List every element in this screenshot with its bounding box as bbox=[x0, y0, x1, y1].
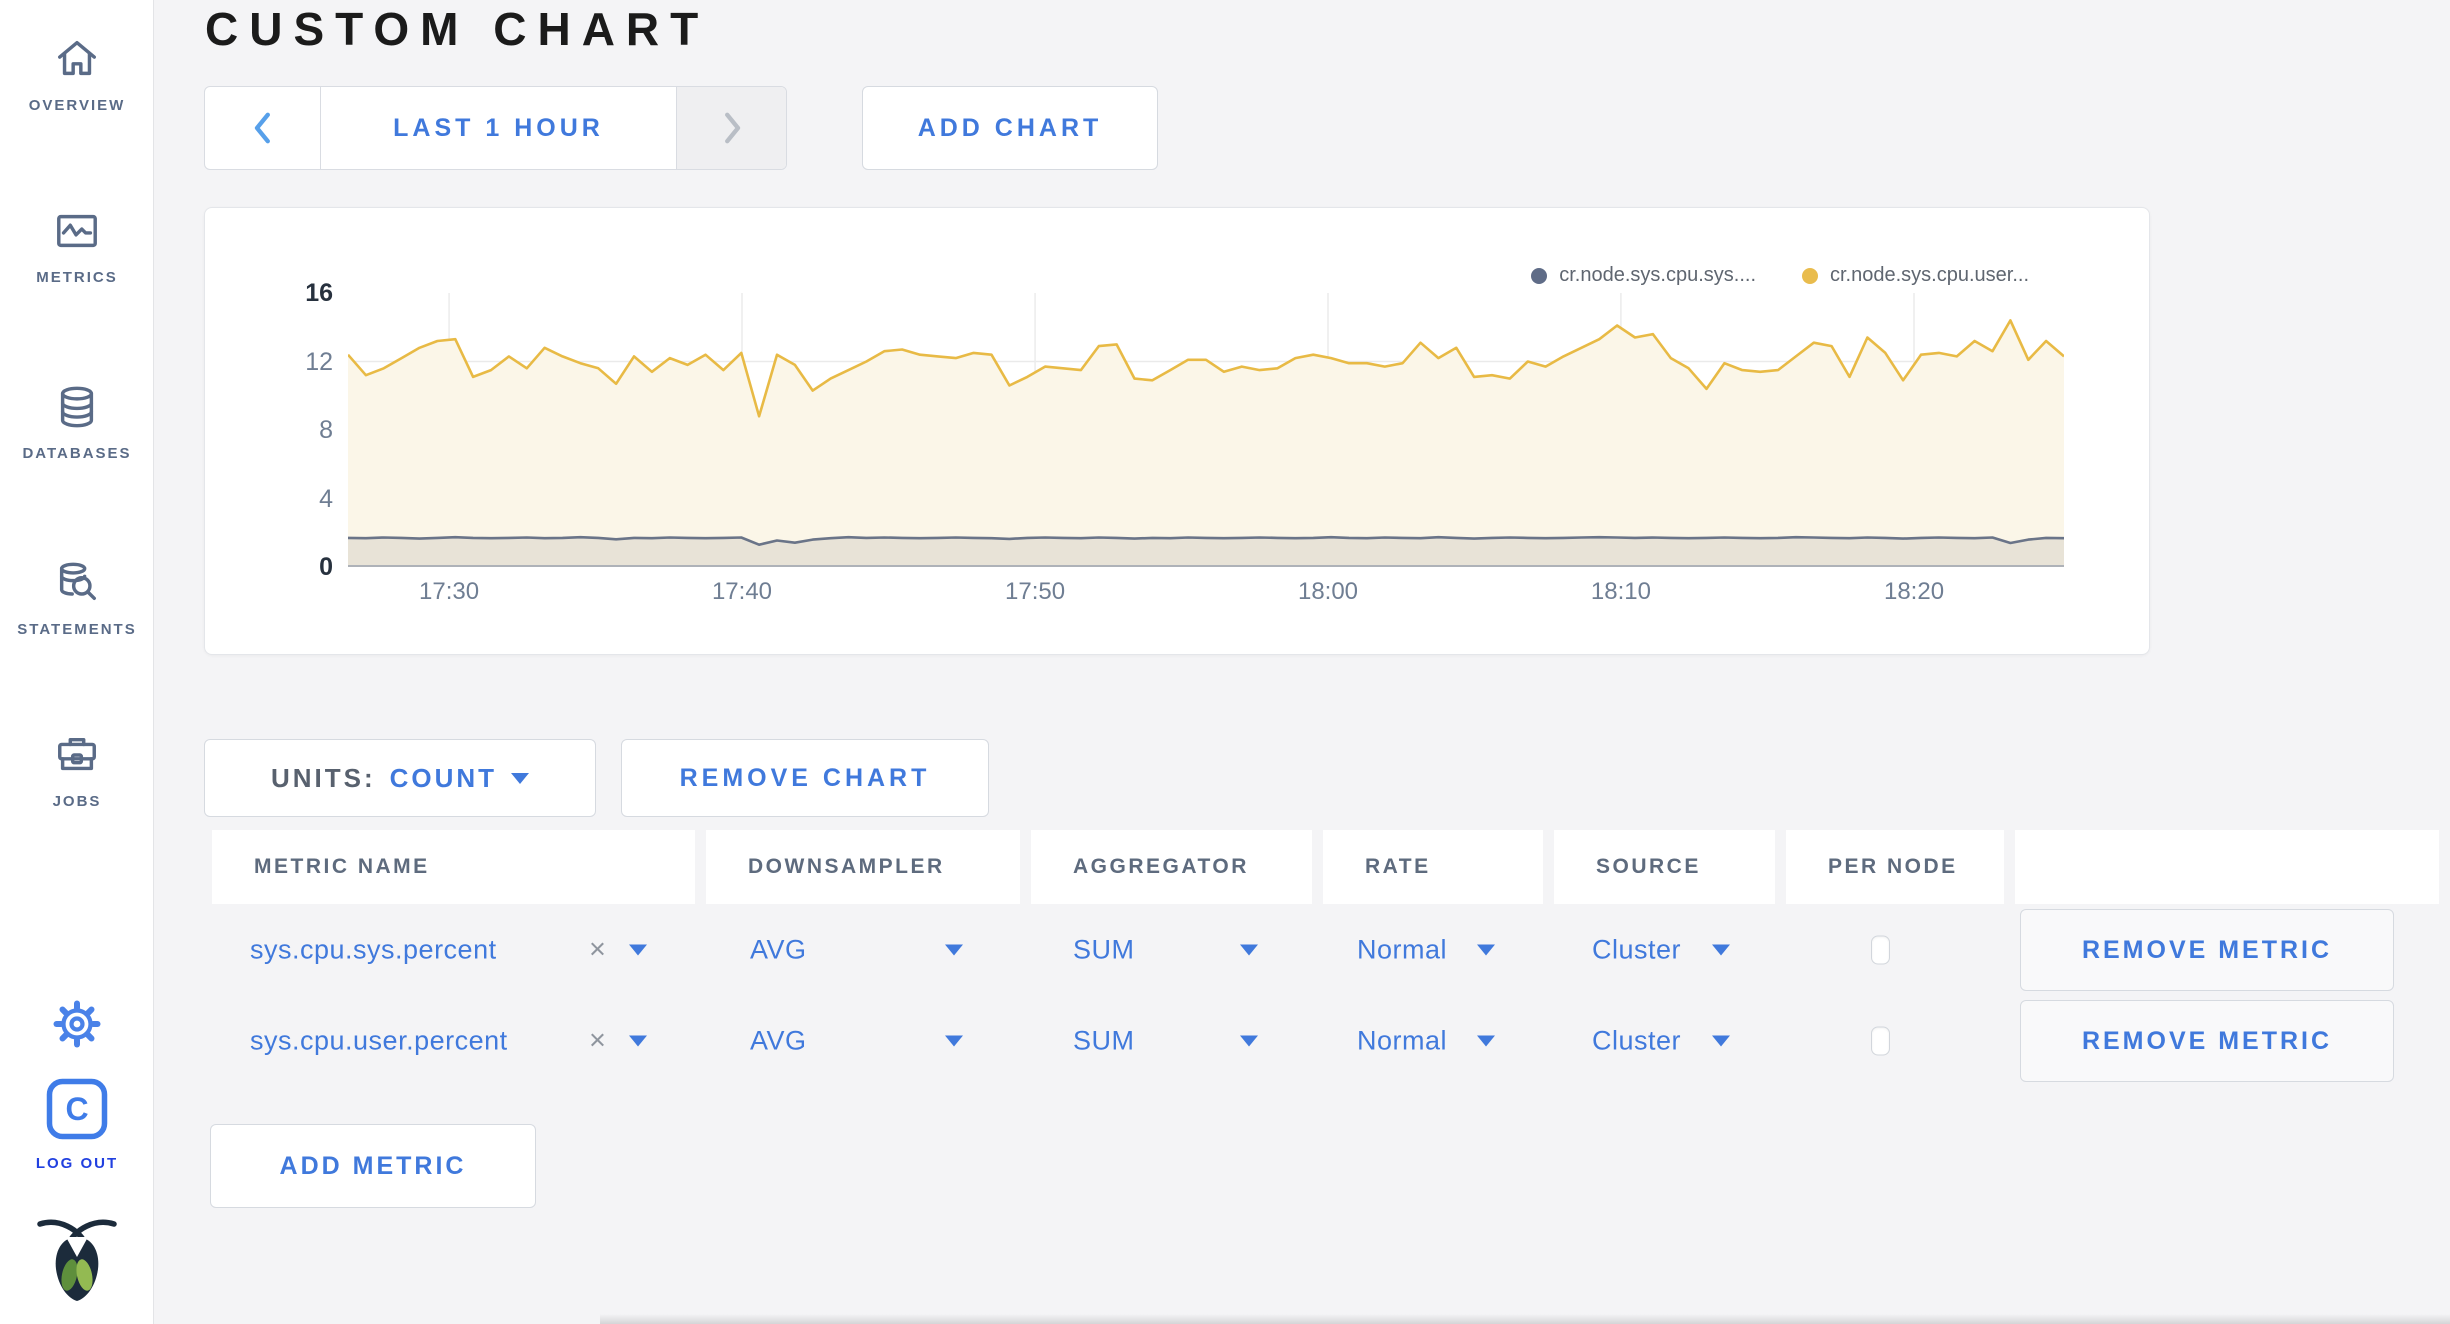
jobs-icon bbox=[0, 732, 154, 783]
legend-label: cr.node.sys.cpu.sys.... bbox=[1559, 264, 1756, 286]
home-icon bbox=[0, 36, 154, 87]
chart-plot-area[interactable] bbox=[348, 293, 2064, 567]
metric-dropdown-caret-icon[interactable] bbox=[629, 1035, 647, 1047]
sidebar-item-label: JOBS bbox=[52, 793, 102, 810]
aggregator-select[interactable]: SUM bbox=[1073, 1026, 1135, 1057]
y-tick-label: 16 bbox=[305, 279, 333, 307]
x-tick-label: 17:40 bbox=[711, 578, 773, 605]
scroll-shadow bbox=[600, 1314, 2450, 1324]
rate-caret-icon[interactable] bbox=[1477, 944, 1495, 956]
metric-dropdown-caret-icon[interactable] bbox=[629, 944, 647, 956]
sidebar-item-databases[interactable]: DATABASES bbox=[0, 384, 154, 462]
clear-metric-icon[interactable]: × bbox=[589, 1025, 606, 1058]
add-metric-button[interactable]: ADD METRIC bbox=[210, 1124, 536, 1208]
x-tick-label: 18:10 bbox=[1590, 578, 1651, 605]
chart-panel: cr.node.sys.cpu.sys.... cr.node.sys.cpu.… bbox=[204, 207, 2150, 655]
remove-metric-button[interactable]: REMOVE METRIC bbox=[2020, 909, 2394, 991]
aggregator-caret-icon[interactable] bbox=[1240, 944, 1258, 956]
col-header-aggregator: AGGREGATOR bbox=[1031, 830, 1312, 904]
svg-text:C: C bbox=[65, 1091, 88, 1127]
col-header-downsampler: DOWNSAMPLER bbox=[706, 830, 1020, 904]
settings-button[interactable] bbox=[0, 1000, 154, 1063]
source-select[interactable]: Cluster bbox=[1592, 1026, 1681, 1057]
y-tick-label: 4 bbox=[319, 484, 333, 513]
source-select[interactable]: Cluster bbox=[1592, 935, 1681, 966]
sidebar-item-overview[interactable]: OVERVIEW bbox=[0, 36, 154, 114]
y-tick-label: 12 bbox=[305, 347, 333, 376]
logout-button[interactable]: C LOG OUT bbox=[0, 1078, 154, 1172]
downsampler-caret-icon[interactable] bbox=[945, 1035, 963, 1047]
units-label: UNITS: bbox=[270, 762, 376, 793]
sidebar-item-label: OVERVIEW bbox=[28, 97, 126, 114]
database-icon bbox=[0, 384, 154, 435]
sidebar: OVERVIEW METRICS DATABASES STATEMENTS JO… bbox=[0, 0, 154, 1324]
legend-dot-sys bbox=[1531, 267, 1548, 284]
add-chart-button[interactable]: ADD CHART bbox=[862, 86, 1158, 170]
per-node-checkbox[interactable] bbox=[1871, 1026, 1890, 1056]
cockroachdb-logo bbox=[0, 1212, 154, 1317]
aggregator-caret-icon[interactable] bbox=[1240, 1035, 1258, 1047]
source-caret-icon[interactable] bbox=[1712, 944, 1730, 956]
aggregator-select[interactable]: SUM bbox=[1073, 935, 1135, 966]
downsampler-select[interactable]: AVG bbox=[750, 1026, 807, 1057]
chevron-down-icon bbox=[511, 772, 530, 784]
x-tick-label: 18:20 bbox=[1883, 578, 1945, 605]
table-row: sys.cpu.sys.percent × AVG SUM Normal Clu… bbox=[0, 909, 2450, 991]
time-range-label[interactable]: LAST 1 HOUR bbox=[321, 87, 676, 169]
sidebar-item-label: STATEMENTS bbox=[17, 621, 137, 638]
time-range-next-button[interactable] bbox=[676, 87, 786, 169]
table-row: sys.cpu.user.percent × AVG SUM Normal Cl… bbox=[0, 1000, 2450, 1082]
col-header-metric-name: METRIC NAME bbox=[212, 830, 695, 904]
x-tick-label: 17:50 bbox=[1005, 578, 1066, 605]
cockroach-c-icon: C bbox=[0, 1078, 154, 1145]
logout-label: LOG OUT bbox=[35, 1155, 119, 1172]
chevron-left-icon bbox=[254, 112, 270, 144]
units-dropdown[interactable]: UNITS: COUNT bbox=[204, 739, 596, 817]
x-tick-label: 17:30 bbox=[419, 578, 480, 605]
statements-icon bbox=[0, 560, 154, 611]
clear-metric-icon[interactable]: × bbox=[589, 934, 606, 967]
page-title: CUSTOM CHART bbox=[205, 3, 710, 55]
sidebar-item-jobs[interactable]: JOBS bbox=[0, 732, 154, 810]
legend-entry-user[interactable]: cr.node.sys.cpu.user... bbox=[1802, 264, 2029, 287]
legend-dot-user bbox=[1802, 267, 1818, 284]
metric-name-value[interactable]: sys.cpu.user.percent bbox=[250, 1026, 508, 1057]
col-header-actions bbox=[2015, 830, 2439, 904]
sidebar-item-label: METRICS bbox=[36, 269, 118, 286]
rate-caret-icon[interactable] bbox=[1477, 1035, 1495, 1047]
metrics-icon bbox=[0, 208, 154, 259]
per-node-checkbox[interactable] bbox=[1871, 935, 1890, 965]
remove-metric-button[interactable]: REMOVE METRIC bbox=[2020, 1000, 2394, 1082]
rate-select[interactable]: Normal bbox=[1357, 935, 1447, 966]
time-range-prev-button[interactable] bbox=[205, 87, 321, 169]
sidebar-item-label: DATABASES bbox=[22, 445, 132, 462]
col-header-per-node: PER NODE bbox=[1786, 830, 2004, 904]
legend-label: cr.node.sys.cpu.user... bbox=[1830, 264, 2029, 286]
col-header-source: SOURCE bbox=[1554, 830, 1775, 904]
x-tick-label: 18:00 bbox=[1297, 578, 1359, 605]
source-caret-icon[interactable] bbox=[1712, 1035, 1730, 1047]
downsampler-select[interactable]: AVG bbox=[750, 935, 807, 966]
gear-icon bbox=[0, 1000, 154, 1053]
legend-entry-sys[interactable]: cr.node.sys.cpu.sys.... bbox=[1531, 264, 1756, 287]
rate-select[interactable]: Normal bbox=[1357, 1026, 1447, 1057]
chevron-right-icon bbox=[724, 112, 740, 144]
cockroach-bug-icon bbox=[0, 1212, 154, 1307]
sidebar-item-metrics[interactable]: METRICS bbox=[0, 208, 154, 286]
sidebar-item-statements[interactable]: STATEMENTS bbox=[0, 560, 154, 638]
timeseries-chart bbox=[348, 293, 2064, 567]
remove-chart-button[interactable]: REMOVE CHART bbox=[621, 739, 989, 817]
chart-legend: cr.node.sys.cpu.sys.... cr.node.sys.cpu.… bbox=[1531, 264, 2029, 287]
metric-name-value[interactable]: sys.cpu.sys.percent bbox=[250, 935, 497, 966]
col-header-rate: RATE bbox=[1323, 830, 1543, 904]
downsampler-caret-icon[interactable] bbox=[945, 944, 963, 956]
y-tick-label: 0 bbox=[319, 553, 333, 581]
y-tick-label: 8 bbox=[319, 416, 333, 444]
units-value: COUNT bbox=[389, 762, 498, 793]
time-range-selector: LAST 1 HOUR bbox=[204, 86, 787, 170]
